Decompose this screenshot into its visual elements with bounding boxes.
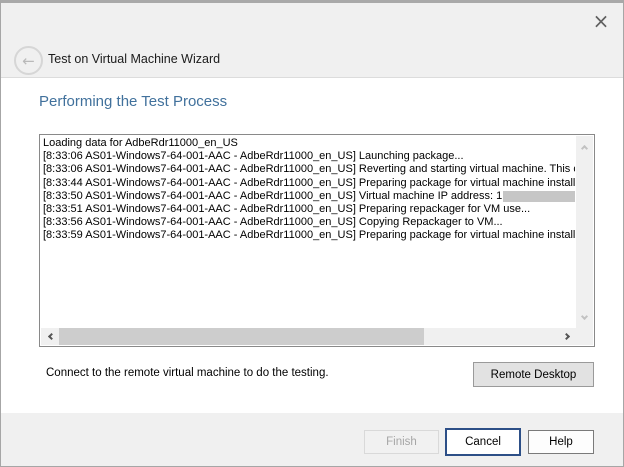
hint-text: Connect to the remote virtual machine to… — [46, 367, 329, 379]
log-line: Loading data for AdbeRdr11000_en_US — [43, 137, 575, 150]
log-line-text: [8:33:50 AS01-Windows7-64-001-AAC - Adbe… — [43, 190, 502, 203]
page-title: Performing the Test Process — [39, 93, 227, 110]
cancel-button[interactable]: Cancel — [445, 428, 521, 456]
remote-desktop-button[interactable]: Remote Desktop — [473, 362, 594, 387]
chevron-up-icon — [581, 144, 588, 151]
scroll-left-button[interactable] — [41, 328, 58, 345]
log-line-text: [8:33:56 AS01-Windows7-64-001-AAC - Adbe… — [43, 216, 503, 229]
log-line-text: [8:33:59 AS01-Windows7-64-001-AAC - Adbe… — [43, 229, 575, 242]
log-line: [8:33:56 AS01-Windows7-64-001-AAC - Adbe… — [43, 216, 575, 229]
chevron-left-icon — [47, 333, 54, 340]
wizard-footer: Finish Cancel Help — [1, 413, 623, 466]
log-lines: Loading data for AdbeRdr11000_en_US[8:33… — [43, 137, 575, 327]
back-arrow-icon: ← — [22, 52, 35, 70]
horizontal-scrollbar[interactable] — [41, 328, 576, 345]
wizard-header: × ← Test on Virtual Machine Wizard — [1, 3, 623, 77]
chevron-down-icon — [581, 312, 588, 319]
chevron-right-icon — [562, 333, 569, 340]
wizard-content: Performing the Test Process Loading data… — [1, 77, 623, 416]
scrollbar-corner — [576, 328, 593, 345]
log-line-text: [8:33:06 AS01-Windows7-64-001-AAC - Adbe… — [43, 163, 575, 176]
log-line-text: [8:33:44 AS01-Windows7-64-001-AAC - Adbe… — [43, 177, 575, 190]
log-line: [8:33:06 AS01-Windows7-64-001-AAC - Adbe… — [43, 150, 575, 163]
log-line-text: Loading data for AdbeRdr11000_en_US — [43, 137, 238, 150]
window-title: Test on Virtual Machine Wizard — [48, 52, 220, 66]
log-line: [8:33:51 AS01-Windows7-64-001-AAC - Adbe… — [43, 203, 575, 216]
log-line: [8:33:59 AS01-Windows7-64-001-AAC - Adbe… — [43, 229, 575, 242]
vertical-scrollbar[interactable] — [576, 136, 593, 328]
log-line-text: [8:33:51 AS01-Windows7-64-001-AAC - Adbe… — [43, 203, 530, 216]
finish-button[interactable]: Finish — [364, 430, 439, 454]
back-button[interactable]: ← — [14, 46, 43, 75]
log-line: [8:33:50 AS01-Windows7-64-001-AAC - Adbe… — [43, 190, 575, 203]
scroll-right-button[interactable] — [559, 328, 576, 345]
log-line: [8:33:44 AS01-Windows7-64-001-AAC - Adbe… — [43, 177, 575, 190]
wizard-window: × ← Test on Virtual Machine Wizard Perfo… — [0, 0, 624, 467]
scroll-up-button[interactable] — [576, 138, 593, 155]
horizontal-scroll-thumb[interactable] — [59, 328, 424, 345]
close-button[interactable]: × — [587, 9, 615, 33]
redacted-ip-value — [503, 191, 575, 202]
log-output-box[interactable]: Loading data for AdbeRdr11000_en_US[8:33… — [39, 134, 595, 347]
help-button[interactable]: Help — [528, 430, 594, 454]
log-line: [8:33:06 AS01-Windows7-64-001-AAC - Adbe… — [43, 163, 575, 176]
scroll-down-button[interactable] — [576, 309, 593, 326]
log-line-text: [8:33:06 AS01-Windows7-64-001-AAC - Adbe… — [43, 150, 464, 163]
